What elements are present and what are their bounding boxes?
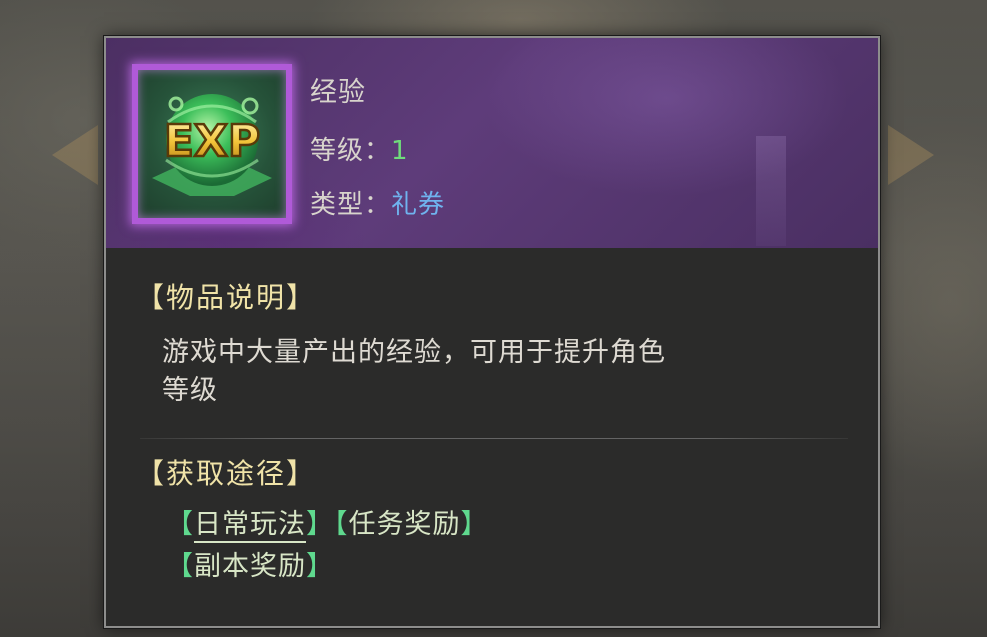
item-type-row: 类型：礼券 [310,184,445,221]
level-value: 1 [391,136,409,166]
description-title: 【物品说明】 [136,281,317,314]
source-link-dungeon-reward[interactable]: 副本奖励 [194,551,306,582]
sources-title: 【获取途径】 [136,457,317,490]
item-name: 经验 [310,77,366,108]
item-icon-frame: EXP [132,64,292,224]
source-link-quest-reward[interactable]: 任务奖励 [349,509,461,540]
section-divider [140,438,848,439]
bracket-close: 】 [306,551,334,582]
level-label: 等级： [310,136,392,166]
description-text: 游戏中大量产出的经验，可用于提升角色 等级 [162,334,782,410]
bracket-close: 】 [460,509,489,540]
bracket-open: 【 [334,509,349,540]
header-scenery [756,136,786,246]
item-header: EXP 经验 等级：1 类型：礼券 [106,38,878,248]
exp-icon-text: EXP [164,116,260,167]
bracket-open: 【 [166,509,194,540]
exp-orb-icon: EXP [152,94,272,196]
description-line-1: 游戏中大量产出的经验，可用于提升角色 [162,337,666,368]
type-label: 类型： [310,190,392,220]
next-arrow-icon[interactable] [888,125,934,185]
sources-line-2: 【副本奖励】 [166,544,334,583]
previous-arrow-icon[interactable] [52,125,98,185]
sources-line-1: 【日常玩法】【任务奖励】 [166,502,489,543]
item-level-row: 等级：1 [310,130,409,167]
bracket-open: 【 [166,551,194,582]
type-value: 礼券 [391,190,446,220]
description-line-2: 等级 [162,375,218,406]
item-tooltip-panel: EXP 经验 等级：1 类型：礼券 【物品说明】 游戏中大量产出的经验，可用于提… [104,36,880,628]
source-link-daily-play[interactable]: 日常玩法 [194,509,306,543]
bracket-close: 】 [306,509,334,540]
